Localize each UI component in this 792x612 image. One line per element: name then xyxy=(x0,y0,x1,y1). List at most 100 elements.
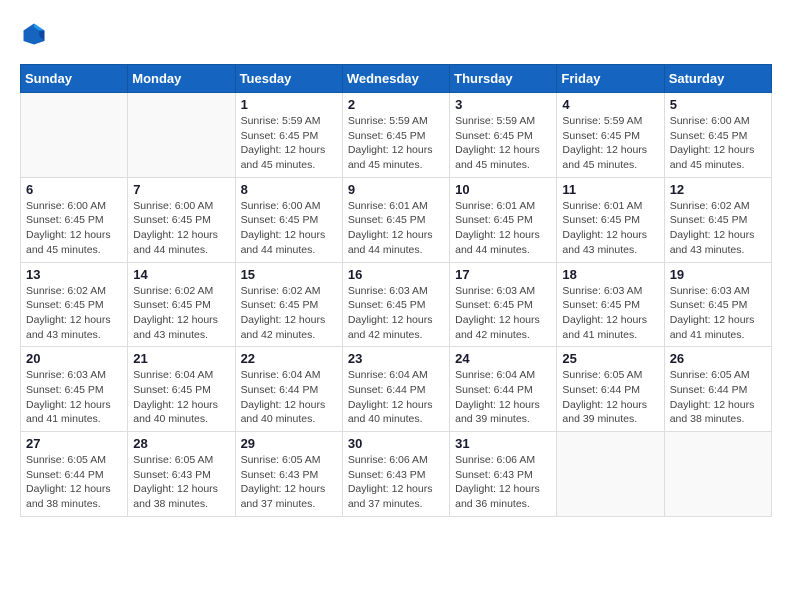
calendar-day-cell: 6 Sunrise: 6:00 AMSunset: 6:45 PMDaylight… xyxy=(21,177,128,262)
calendar-week-row: 1 Sunrise: 5:59 AMSunset: 6:45 PMDaylight… xyxy=(21,93,772,178)
calendar-table: SundayMondayTuesdayWednesdayThursdayFrid… xyxy=(20,64,772,517)
day-number: 30 xyxy=(348,436,444,451)
day-info: Sunrise: 6:05 AMSunset: 6:44 PMDaylight:… xyxy=(26,453,122,512)
day-info: Sunrise: 6:04 AMSunset: 6:44 PMDaylight:… xyxy=(348,368,444,427)
day-number: 17 xyxy=(455,267,551,282)
calendar-week-row: 27 Sunrise: 6:05 AMSunset: 6:44 PMDayligh… xyxy=(21,432,772,517)
day-number: 16 xyxy=(348,267,444,282)
day-info: Sunrise: 6:04 AMSunset: 6:44 PMDaylight:… xyxy=(241,368,337,427)
calendar-week-row: 13 Sunrise: 6:02 AMSunset: 6:45 PMDayligh… xyxy=(21,262,772,347)
day-number: 26 xyxy=(670,351,766,366)
calendar-day-cell: 24 Sunrise: 6:04 AMSunset: 6:44 PMDayligh… xyxy=(450,347,557,432)
day-number: 1 xyxy=(241,97,337,112)
day-number: 22 xyxy=(241,351,337,366)
calendar-day-cell xyxy=(128,93,235,178)
calendar-day-cell: 28 Sunrise: 6:05 AMSunset: 6:43 PMDayligh… xyxy=(128,432,235,517)
day-info: Sunrise: 5:59 AMSunset: 6:45 PMDaylight:… xyxy=(455,114,551,173)
day-number: 23 xyxy=(348,351,444,366)
calendar-day-cell: 15 Sunrise: 6:02 AMSunset: 6:45 PMDayligh… xyxy=(235,262,342,347)
day-number: 19 xyxy=(670,267,766,282)
day-info: Sunrise: 6:02 AMSunset: 6:45 PMDaylight:… xyxy=(241,284,337,343)
day-info: Sunrise: 6:03 AMSunset: 6:45 PMDaylight:… xyxy=(455,284,551,343)
day-number: 5 xyxy=(670,97,766,112)
day-info: Sunrise: 6:01 AMSunset: 6:45 PMDaylight:… xyxy=(348,199,444,258)
calendar-day-cell: 17 Sunrise: 6:03 AMSunset: 6:45 PMDayligh… xyxy=(450,262,557,347)
calendar-day-cell: 2Sunrise: 5:59 AMSunset: 6:45 PMDaylight… xyxy=(342,93,449,178)
day-info: Sunrise: 6:05 AMSunset: 6:44 PMDaylight:… xyxy=(562,368,658,427)
weekday-header-monday: Monday xyxy=(128,65,235,93)
weekday-header-thursday: Thursday xyxy=(450,65,557,93)
day-number: 13 xyxy=(26,267,122,282)
day-info: Sunrise: 6:00 AMSunset: 6:45 PMDaylight:… xyxy=(241,199,337,258)
calendar-day-cell: 26 Sunrise: 6:05 AMSunset: 6:44 PMDayligh… xyxy=(664,347,771,432)
calendar-day-cell: 21 Sunrise: 6:04 AMSunset: 6:45 PMDayligh… xyxy=(128,347,235,432)
day-info: Sunrise: 6:01 AMSunset: 6:45 PMDaylight:… xyxy=(562,199,658,258)
calendar-day-cell: 12Sunrise: 6:02 AMSunset: 6:45 PMDayligh… xyxy=(664,177,771,262)
weekday-header-tuesday: Tuesday xyxy=(235,65,342,93)
calendar-body: 1 Sunrise: 5:59 AMSunset: 6:45 PMDaylight… xyxy=(21,93,772,517)
day-number: 14 xyxy=(133,267,229,282)
calendar-day-cell: 9 Sunrise: 6:01 AMSunset: 6:45 PMDaylight… xyxy=(342,177,449,262)
day-info: Sunrise: 6:00 AMSunset: 6:45 PMDaylight:… xyxy=(670,114,766,173)
calendar-day-cell: 14 Sunrise: 6:02 AMSunset: 6:45 PMDayligh… xyxy=(128,262,235,347)
day-number: 11 xyxy=(562,182,658,197)
day-info: Sunrise: 6:05 AMSunset: 6:44 PMDaylight:… xyxy=(670,368,766,427)
calendar-week-row: 6 Sunrise: 6:00 AMSunset: 6:45 PMDaylight… xyxy=(21,177,772,262)
calendar-day-cell: 4 Sunrise: 5:59 AMSunset: 6:45 PMDaylight… xyxy=(557,93,664,178)
day-number: 9 xyxy=(348,182,444,197)
day-info: Sunrise: 6:00 AMSunset: 6:45 PMDaylight:… xyxy=(133,199,229,258)
calendar-day-cell: 3 Sunrise: 5:59 AMSunset: 6:45 PMDaylight… xyxy=(450,93,557,178)
day-info: Sunrise: 6:04 AMSunset: 6:45 PMDaylight:… xyxy=(133,368,229,427)
calendar-week-row: 20 Sunrise: 6:03 AMSunset: 6:45 PMDayligh… xyxy=(21,347,772,432)
day-info: Sunrise: 6:05 AMSunset: 6:43 PMDaylight:… xyxy=(133,453,229,512)
day-info: Sunrise: 5:59 AMSunset: 6:45 PMDaylight:… xyxy=(241,114,337,173)
calendar-day-cell: 30 Sunrise: 6:06 AMSunset: 6:43 PMDayligh… xyxy=(342,432,449,517)
logo xyxy=(20,20,56,48)
day-info: Sunrise: 6:03 AMSunset: 6:45 PMDaylight:… xyxy=(348,284,444,343)
calendar-day-cell: 1 Sunrise: 5:59 AMSunset: 6:45 PMDaylight… xyxy=(235,93,342,178)
calendar-day-cell: 18Sunrise: 6:03 AMSunset: 6:45 PMDayligh… xyxy=(557,262,664,347)
day-info: Sunrise: 6:04 AMSunset: 6:44 PMDaylight:… xyxy=(455,368,551,427)
page-header xyxy=(20,20,772,48)
weekday-header-wednesday: Wednesday xyxy=(342,65,449,93)
day-number: 6 xyxy=(26,182,122,197)
calendar-day-cell: 11 Sunrise: 6:01 AMSunset: 6:45 PMDayligh… xyxy=(557,177,664,262)
weekday-header-sunday: Sunday xyxy=(21,65,128,93)
day-number: 3 xyxy=(455,97,551,112)
calendar-day-cell: 27 Sunrise: 6:05 AMSunset: 6:44 PMDayligh… xyxy=(21,432,128,517)
day-number: 21 xyxy=(133,351,229,366)
calendar-day-cell xyxy=(664,432,771,517)
day-info: Sunrise: 6:06 AMSunset: 6:43 PMDaylight:… xyxy=(348,453,444,512)
day-info: Sunrise: 6:06 AMSunset: 6:43 PMDaylight:… xyxy=(455,453,551,512)
day-number: 25 xyxy=(562,351,658,366)
calendar-day-cell xyxy=(21,93,128,178)
calendar-day-cell: 19Sunrise: 6:03 AMSunset: 6:45 PMDayligh… xyxy=(664,262,771,347)
day-number: 4 xyxy=(562,97,658,112)
day-info: Sunrise: 6:02 AMSunset: 6:45 PMDaylight:… xyxy=(133,284,229,343)
day-info: Sunrise: 6:01 AMSunset: 6:45 PMDaylight:… xyxy=(455,199,551,258)
weekday-header-friday: Friday xyxy=(557,65,664,93)
calendar-day-cell: 25 Sunrise: 6:05 AMSunset: 6:44 PMDayligh… xyxy=(557,347,664,432)
calendar-day-cell: 10 Sunrise: 6:01 AMSunset: 6:45 PMDayligh… xyxy=(450,177,557,262)
day-number: 27 xyxy=(26,436,122,451)
day-info: Sunrise: 5:59 AMSunset: 6:45 PMDaylight:… xyxy=(562,114,658,173)
calendar-day-cell: 29 Sunrise: 6:05 AMSunset: 6:43 PMDayligh… xyxy=(235,432,342,517)
day-info: Sunrise: 5:59 AMSunset: 6:45 PMDaylight:… xyxy=(348,114,444,173)
day-number: 18 xyxy=(562,267,658,282)
day-info: Sunrise: 6:05 AMSunset: 6:43 PMDaylight:… xyxy=(241,453,337,512)
day-number: 8 xyxy=(241,182,337,197)
day-number: 28 xyxy=(133,436,229,451)
day-number: 29 xyxy=(241,436,337,451)
day-number: 10 xyxy=(455,182,551,197)
day-number: 7 xyxy=(133,182,229,197)
day-number: 24 xyxy=(455,351,551,366)
day-number: 15 xyxy=(241,267,337,282)
calendar-day-cell: 5 Sunrise: 6:00 AMSunset: 6:45 PMDaylight… xyxy=(664,93,771,178)
day-info: Sunrise: 6:00 AMSunset: 6:45 PMDaylight:… xyxy=(26,199,122,258)
day-number: 20 xyxy=(26,351,122,366)
weekday-header-row: SundayMondayTuesdayWednesdayThursdayFrid… xyxy=(21,65,772,93)
day-info: Sunrise: 6:03 AMSunset: 6:45 PMDaylight:… xyxy=(26,368,122,427)
day-number: 12 xyxy=(670,182,766,197)
logo-icon xyxy=(20,20,48,48)
calendar-day-cell: 20 Sunrise: 6:03 AMSunset: 6:45 PMDayligh… xyxy=(21,347,128,432)
